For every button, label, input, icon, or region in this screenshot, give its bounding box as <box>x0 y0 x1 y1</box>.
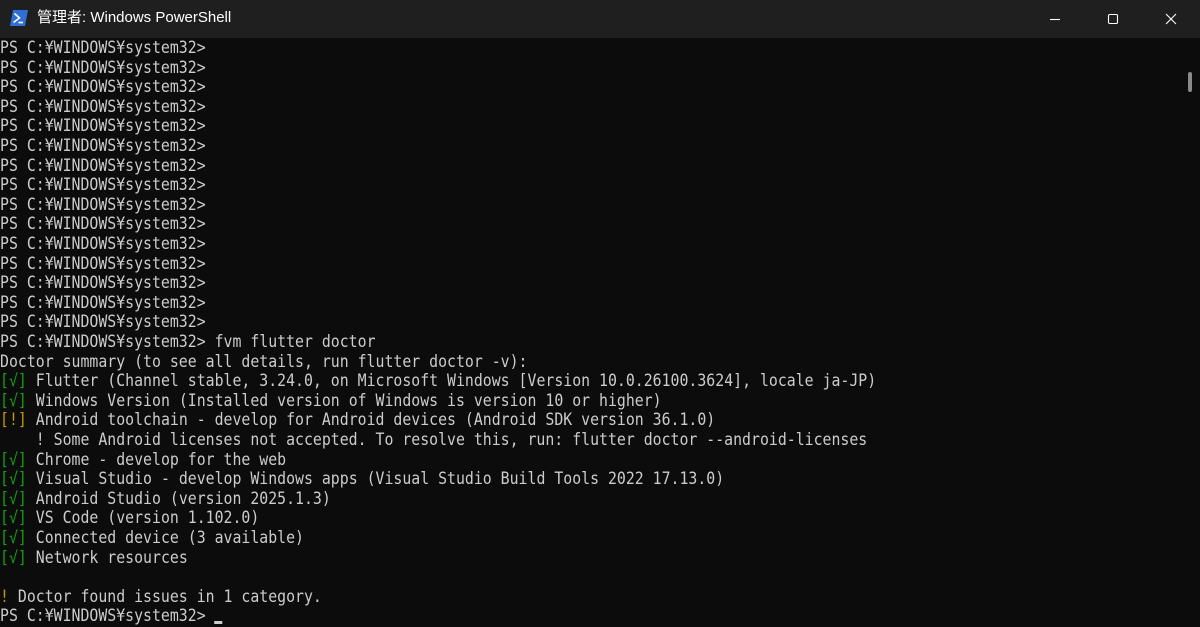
prompt-text: PS C:¥WINDOWS¥system32> <box>0 57 206 77</box>
scrollbar-thumb[interactable] <box>1188 72 1192 92</box>
doctor-check-line: [√] Windows Version (Installed version o… <box>0 391 662 411</box>
doctor-check-line: [√] Connected device (3 available) <box>0 528 304 548</box>
check-description: Visual Studio - develop Windows apps (Vi… <box>35 469 725 489</box>
issues-text: Doctor found issues in 1 category. <box>8 586 322 606</box>
check-description: Network resources <box>35 547 188 567</box>
command-line: PS C:¥WINDOWS¥system32> fvm flutter doct… <box>0 332 376 352</box>
prompt-text: PS C:¥WINDOWS¥system32> <box>0 175 206 195</box>
prompt-line: PS C:¥WINDOWS¥system32> <box>0 312 206 332</box>
prompt-line: PS C:¥WINDOWS¥system32> <box>0 175 206 195</box>
current-prompt-line: PS C:¥WINDOWS¥system32> <box>0 606 223 626</box>
doctor-check-line: [!] Android toolchain - develop for Andr… <box>0 410 715 430</box>
prompt-line: PS C:¥WINDOWS¥system32> <box>0 136 206 156</box>
prompt-text: PS C:¥WINDOWS¥system32> <box>0 194 206 214</box>
prompt-line: PS C:¥WINDOWS¥system32> <box>0 214 206 234</box>
minimize-icon <box>1049 13 1061 25</box>
prompt-line: PS C:¥WINDOWS¥system32> <box>0 156 206 176</box>
check-status-mark: [√] <box>0 488 27 508</box>
powershell-window: 管理者: Windows PowerShell PS C:¥WINDOWS¥sy… <box>0 0 1200 627</box>
check-status-mark: [√] <box>0 508 27 528</box>
check-description: Flutter (Channel stable, 3.24.0, on Micr… <box>35 371 877 391</box>
prompt-line: PS C:¥WINDOWS¥system32> <box>0 195 206 215</box>
window-title: 管理者: Windows PowerShell <box>37 9 232 26</box>
close-icon <box>1165 13 1177 25</box>
prompt-line: PS C:¥WINDOWS¥system32> <box>0 77 206 97</box>
check-description: VS Code (version 1.102.0) <box>35 508 260 528</box>
check-status-mark: [√] <box>0 469 27 489</box>
prompt-line: PS C:¥WINDOWS¥system32> <box>0 293 206 313</box>
powershell-icon <box>10 10 28 26</box>
doctor-check-line: [√] Flutter (Channel stable, 3.24.0, on … <box>0 371 876 391</box>
prompt-text: PS C:¥WINDOWS¥system32> <box>0 253 206 273</box>
command-text: fvm flutter doctor <box>214 332 376 351</box>
doctor-check-line: [√] Chrome - develop for the web <box>0 450 286 470</box>
prompt-text: PS C:¥WINDOWS¥system32> <box>0 38 206 57</box>
check-status-mark: [!] <box>0 410 27 430</box>
doctor-check-line: [√] VS Code (version 1.102.0) <box>0 508 259 528</box>
maximize-icon <box>1107 13 1119 25</box>
prompt-line: PS C:¥WINDOWS¥system32> <box>0 273 206 293</box>
doctor-check-line: ! Some Android licenses not accepted. To… <box>0 430 867 450</box>
check-status-mark: [√] <box>0 390 27 410</box>
prompt-text: PS C:¥WINDOWS¥system32> <box>0 96 206 116</box>
check-status-mark: [√] <box>0 547 27 567</box>
prompt-text: PS C:¥WINDOWS¥system32> <box>0 332 206 351</box>
prompt-text: PS C:¥WINDOWS¥system32> <box>0 292 206 312</box>
prompt-line: PS C:¥WINDOWS¥system32> <box>0 234 206 254</box>
prompt-line: PS C:¥WINDOWS¥system32> <box>0 254 206 274</box>
doctor-check-line: [√] Android Studio (version 2025.1.3) <box>0 489 331 509</box>
check-description: Windows Version (Installed version of Wi… <box>35 390 662 410</box>
check-description: Android toolchain - develop for Android … <box>35 410 716 430</box>
prompt-text: PS C:¥WINDOWS¥system32> <box>0 606 206 626</box>
doctor-summary-line: Doctor summary (to see all details, run … <box>0 352 527 372</box>
text-cursor <box>214 621 223 625</box>
prompt-line: PS C:¥WINDOWS¥system32> <box>0 38 206 58</box>
prompt-text: PS C:¥WINDOWS¥system32> <box>0 273 206 293</box>
check-description: Chrome - develop for the web <box>35 449 287 469</box>
minimize-button[interactable] <box>1026 0 1084 38</box>
check-description: Connected device (3 available) <box>35 528 304 547</box>
check-description: ! Some Android licenses not accepted. To… <box>0 430 868 449</box>
maximize-button[interactable] <box>1084 0 1142 38</box>
doctor-issues-line: ! Doctor found issues in 1 category. <box>0 587 322 607</box>
prompt-line: PS C:¥WINDOWS¥system32> <box>0 116 206 136</box>
prompt-text: PS C:¥WINDOWS¥system32> <box>0 312 206 332</box>
vertical-scrollbar[interactable] <box>1180 38 1200 627</box>
prompt-text: PS C:¥WINDOWS¥system32> <box>0 77 206 97</box>
prompt-line: PS C:¥WINDOWS¥system32> <box>0 97 206 117</box>
prompt-text: PS C:¥WINDOWS¥system32> <box>0 155 206 175</box>
terminal-output[interactable]: PS C:¥WINDOWS¥system32> PS C:¥WINDOWS¥sys… <box>0 38 1180 627</box>
prompt-text: PS C:¥WINDOWS¥system32> <box>0 214 206 234</box>
doctor-check-line: [√] Visual Studio - develop Windows apps… <box>0 469 724 489</box>
doctor-check-line: [√] Network resources <box>0 548 188 568</box>
check-description: Android Studio (version 2025.1.3) <box>35 488 331 508</box>
check-status-mark: [√] <box>0 528 27 547</box>
prompt-text: PS C:¥WINDOWS¥system32> <box>0 136 206 155</box>
prompt-line: PS C:¥WINDOWS¥system32> <box>0 58 206 78</box>
check-status-mark: [√] <box>0 371 27 391</box>
prompt-text: PS C:¥WINDOWS¥system32> <box>0 116 206 136</box>
check-status-mark: [√] <box>0 449 27 469</box>
prompt-text: PS C:¥WINDOWS¥system32> <box>0 234 206 253</box>
title-bar[interactable]: 管理者: Windows PowerShell <box>0 0 1200 38</box>
issues-warning-mark: ! <box>0 586 9 606</box>
doctor-summary-text: Doctor summary (to see all details, run … <box>0 351 528 371</box>
close-button[interactable] <box>1142 0 1200 38</box>
